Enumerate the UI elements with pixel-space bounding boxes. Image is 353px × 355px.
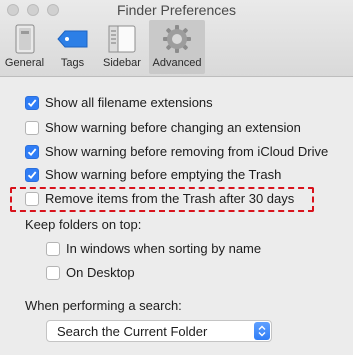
option-label: Show all filename extensions — [45, 95, 213, 110]
sidebar-icon — [108, 23, 136, 55]
checkbox-checked[interactable] — [25, 167, 39, 182]
tab-label: Tags — [60, 57, 85, 69]
option-label: Show warning before removing from iCloud… — [45, 144, 329, 159]
select-value: Search the Current Folder — [57, 323, 208, 339]
checkbox-unchecked[interactable] — [46, 265, 60, 280]
tab-tags[interactable]: Tags — [50, 20, 95, 74]
option-warn-icloud[interactable]: Show warning before removing from iCloud… — [25, 144, 328, 159]
checkbox-unchecked[interactable] — [25, 191, 39, 206]
option-warn-empty-trash[interactable]: Show warning before emptying the Trash — [25, 167, 281, 182]
section-heading-search: When performing a search: — [25, 298, 182, 313]
search-scope-select[interactable]: Search the Current Folder — [46, 320, 272, 342]
option-label: Show warning before emptying the Trash — [45, 167, 282, 182]
toolbar: Finder Preferences General Tags Sidebar … — [0, 0, 353, 77]
tab-sidebar[interactable]: Sidebar — [98, 20, 146, 74]
option-folders-on-top-desktop[interactable]: On Desktop — [46, 265, 135, 280]
option-label: Show warning before changing an extensio… — [45, 120, 301, 135]
checkbox-unchecked[interactable] — [46, 241, 60, 256]
gear-icon — [162, 23, 192, 55]
option-folders-on-top-windows[interactable]: In windows when sorting by name — [46, 241, 261, 256]
option-label: On Desktop — [66, 265, 135, 280]
tab-general[interactable]: General — [2, 20, 47, 74]
tab-label: Advanced — [152, 57, 202, 69]
window-title: Finder Preferences — [116, 2, 237, 18]
tab-advanced[interactable]: Advanced — [149, 20, 205, 74]
option-show-extensions[interactable]: Show all filename extensions — [25, 95, 213, 110]
option-label: Remove items from the Trash after 30 day… — [45, 191, 295, 206]
general-icon — [15, 23, 35, 55]
finder-preferences-window: Finder Preferences General Tags Sidebar … — [0, 0, 353, 355]
option-remove-trash-30-days[interactable]: Remove items from the Trash after 30 day… — [25, 191, 294, 206]
option-label: In windows when sorting by name — [66, 241, 262, 256]
checkbox-unchecked[interactable] — [25, 120, 39, 135]
section-heading-folders: Keep folders on top: — [25, 217, 142, 232]
tab-label: Sidebar — [103, 57, 141, 69]
chevron-updown-icon — [254, 322, 270, 340]
tab-label: General — [4, 57, 45, 69]
advanced-pane: Show all filename extensions Show warnin… — [0, 77, 353, 355]
option-warn-change-extension[interactable]: Show warning before changing an extensio… — [25, 120, 301, 135]
preference-tabs: General Tags Sidebar Advanced — [2, 20, 208, 74]
checkbox-checked[interactable] — [25, 95, 39, 110]
checkbox-checked[interactable] — [25, 144, 39, 159]
tag-icon — [56, 23, 89, 55]
